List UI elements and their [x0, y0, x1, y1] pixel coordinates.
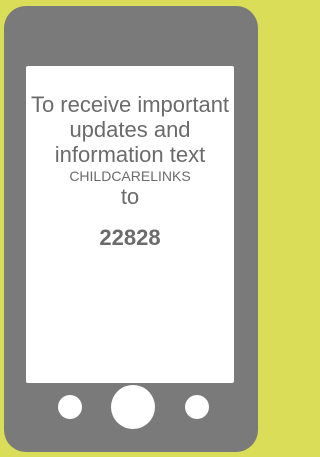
left-button-icon: [58, 395, 82, 419]
home-button-icon: [111, 385, 155, 429]
phone-screen: To receive important updates and informa…: [26, 66, 234, 383]
to-text: to: [120, 184, 140, 209]
message-text: To receive important updates and informa…: [30, 92, 230, 167]
keyword-text: CHILDCARELINKS: [69, 168, 191, 184]
right-button-icon: [185, 395, 209, 419]
short-code-number: 22828: [99, 225, 161, 250]
